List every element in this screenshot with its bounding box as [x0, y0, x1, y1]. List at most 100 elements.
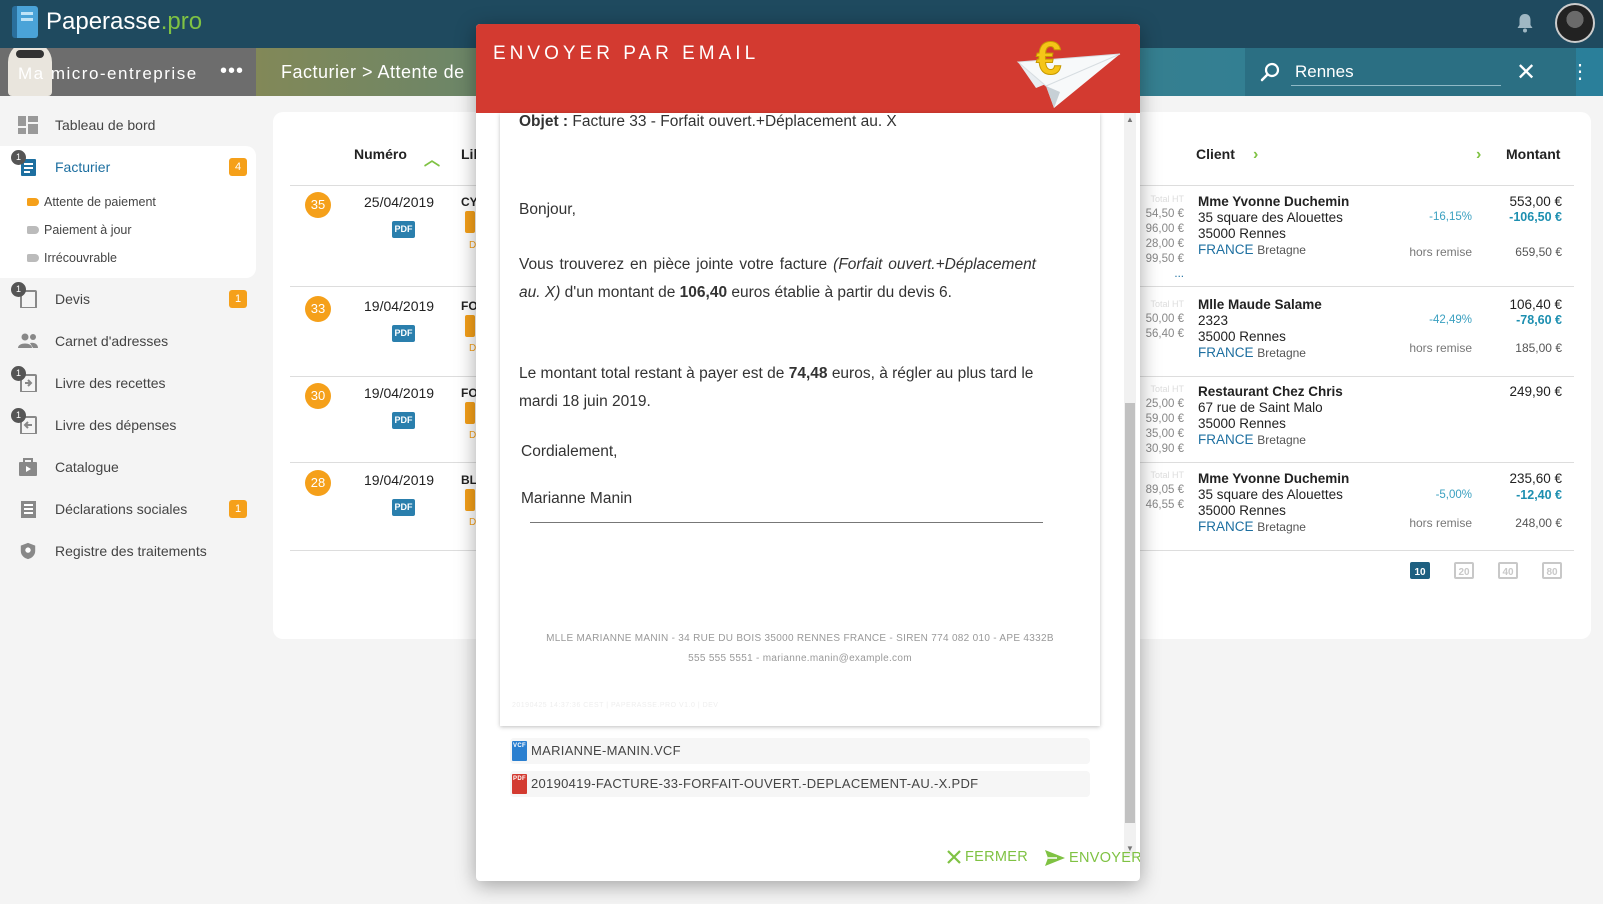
brand-name: Paperasse: [46, 8, 161, 35]
organization-switcher[interactable]: Ma micro-entreprise •••: [0, 48, 256, 96]
sidebar-item-label: Déclarations sociales: [55, 501, 188, 517]
pdf-download-icon[interactable]: PDF: [392, 325, 415, 342]
sidebar-item-label: Livre des recettes: [55, 375, 166, 391]
sidebar-subitem-irrecouvrable[interactable]: Irrécouvrable: [0, 244, 256, 278]
email-paragraph-1: Vous trouverez en pièce jointe votre fac…: [519, 256, 1036, 301]
more-menu-icon[interactable]: ⋮: [1570, 58, 1590, 86]
email-footer-address: MLLE MARIANNE MANIN - 34 RUE DU BOIS 350…: [546, 633, 1054, 644]
status-tag: [465, 489, 475, 511]
status-tag: [465, 402, 475, 424]
page-size-80[interactable]: 80: [1542, 562, 1562, 579]
sidebar-item-label: Livre des dépenses: [55, 417, 177, 433]
sidebar-item-dashboard[interactable]: Tableau de bord: [0, 104, 256, 146]
sidebar-item-registre[interactable]: Registre des traitements: [0, 530, 256, 572]
corner-badge: 1: [11, 150, 26, 165]
pdf-download-icon[interactable]: PDF: [392, 412, 415, 429]
discount-percent: -16,15%: [1429, 211, 1472, 223]
sidebar-item-label: Facturier: [55, 159, 111, 175]
email-subject: Objet : Facture 33 - Forfait ouvert.+Dép…: [519, 113, 897, 130]
invoice-number-badge[interactable]: 28: [305, 470, 331, 496]
status-tag: [465, 211, 475, 233]
email-footer-contact: 555 555 5551 - marianne.manin@example.co…: [688, 653, 912, 664]
pdf-download-icon[interactable]: PDF: [392, 499, 415, 516]
brand-suffix: .pro: [160, 8, 203, 35]
invoice-number-badge[interactable]: 33: [305, 296, 331, 322]
discount-amount: -78,60 €: [1516, 313, 1562, 327]
invoice-date: 19/04/2019: [364, 385, 435, 401]
count-badge: 1: [229, 500, 247, 518]
scroll-up-arrow[interactable]: ▲: [1124, 113, 1136, 127]
svg-text:€: €: [1036, 32, 1062, 84]
sidebar-item-declarations[interactable]: Déclarations sociales 1: [0, 488, 256, 530]
shield-icon: [20, 542, 36, 560]
clear-search-icon[interactable]: ✕: [1513, 58, 1539, 87]
attachment-vcf[interactable]: VCF MARIANNE-MANIN.VCF: [510, 738, 1090, 764]
subitem-label: Attente de paiement: [44, 195, 156, 209]
email-signature[interactable]: Marianne Manin: [521, 485, 1038, 513]
search-input[interactable]: [1291, 58, 1501, 86]
close-button[interactable]: FERMER: [946, 849, 1028, 865]
sidebar-item-devis[interactable]: 1 Devis 1: [0, 278, 256, 320]
people-icon: [18, 333, 38, 348]
chevron-right-icon[interactable]: ›: [1476, 146, 1481, 164]
invoice-amount: 553,00 €: [1509, 194, 1562, 209]
chevron-right-icon[interactable]: ›: [1253, 146, 1258, 164]
email-paragraph-2: Le montant total restant à payer est de …: [519, 365, 1034, 410]
breadcrumb[interactable]: Facturier > Attente de: [281, 62, 465, 83]
page-size-20[interactable]: 20: [1454, 562, 1474, 579]
attachment-name: 20190419-FACTURE-33-FORFAIT-OUVERT.-DEPL…: [531, 776, 979, 791]
pdf-download-icon[interactable]: PDF: [392, 221, 415, 238]
attachment-pdf[interactable]: PDF 20190419-FACTURE-33-FORFAIT-OUVERT.-…: [510, 771, 1090, 797]
app-logo[interactable]: Paperasse.pro: [12, 6, 202, 38]
invoice-label: BL: [461, 473, 477, 487]
signature-underline: [530, 522, 1043, 523]
search-bar: ✕: [1245, 48, 1576, 96]
sidebar-item-label: Carnet d'adresses: [55, 333, 169, 349]
column-header-client[interactable]: Client: [1196, 146, 1235, 162]
client-info[interactable]: Mlle Maude Salame 2323 35000 Rennes FRAN…: [1198, 297, 1322, 361]
discount-amount: -12,40 €: [1516, 488, 1562, 502]
line-amounts: Total HT 50,00 € 56,40 €: [1145, 299, 1184, 340]
corner-badge: 1: [11, 408, 26, 423]
hors-remise-label: hors remise: [1409, 245, 1472, 259]
column-header-numero[interactable]: Numéro: [354, 146, 407, 162]
client-info[interactable]: Mme Yvonne Duchemin 35 square des Alouet…: [1198, 194, 1349, 258]
dialog-scrollbar[interactable]: ▲ ▼: [1124, 113, 1136, 856]
discount-amount: -106,50 €: [1509, 210, 1562, 224]
close-icon: [947, 850, 961, 864]
send-button[interactable]: ENVOYER: [1044, 849, 1140, 867]
dashboard-icon: [18, 116, 38, 134]
pdf-file-icon: PDF: [512, 774, 527, 794]
invoice-date: 25/04/2019: [364, 194, 435, 210]
client-info[interactable]: Restaurant Chez Chris 67 rue de Saint Ma…: [1198, 384, 1343, 448]
sidebar-item-contacts[interactable]: Carnet d'adresses: [0, 320, 256, 362]
invoice-number-badge[interactable]: 30: [305, 383, 331, 409]
sidebar-item-recettes[interactable]: 1 Livre des recettes: [0, 362, 256, 404]
invoice-amount: 106,40 €: [1509, 297, 1562, 312]
email-footer-meta: 20190425 14:37:36 CEST | PAPERASSE.PRO V…: [512, 702, 719, 709]
sort-ascending-icon[interactable]: ︿: [424, 146, 440, 170]
invoice-date: 19/04/2019: [364, 298, 435, 314]
hors-remise-label: hors remise: [1409, 341, 1472, 355]
bell-icon[interactable]: [1516, 13, 1534, 33]
scroll-thumb[interactable]: [1125, 403, 1135, 823]
sidebar-item-label: Tableau de bord: [55, 117, 156, 133]
sidebar-subitem-attente[interactable]: Attente de paiement: [0, 188, 256, 216]
sidebar-item-depenses[interactable]: 1 Livre des dépenses: [0, 404, 256, 446]
column-header-montant[interactable]: Montant: [1506, 146, 1560, 162]
org-menu-icon[interactable]: •••: [220, 60, 244, 83]
sidebar-item-facturier[interactable]: 1 Facturier 4: [0, 146, 256, 188]
page-size-40[interactable]: 40: [1498, 562, 1518, 579]
count-badge: 1: [229, 290, 247, 308]
invoice-date: 19/04/2019: [364, 472, 435, 488]
sidebar-item-label: Devis: [55, 291, 91, 307]
sidebar-subitem-paiement[interactable]: Paiement à jour: [0, 216, 256, 244]
user-avatar[interactable]: [1555, 3, 1595, 43]
invoice-number-badge[interactable]: 35: [305, 192, 331, 218]
attachment-name: MARIANNE-MANIN.VCF: [531, 743, 681, 758]
page-size-10[interactable]: 10: [1410, 562, 1430, 579]
search-icon[interactable]: [1259, 61, 1281, 83]
client-info[interactable]: Mme Yvonne Duchemin 35 square des Alouet…: [1198, 471, 1349, 535]
corner-badge: 1: [11, 282, 26, 297]
sidebar-item-catalogue[interactable]: Catalogue: [0, 446, 256, 488]
